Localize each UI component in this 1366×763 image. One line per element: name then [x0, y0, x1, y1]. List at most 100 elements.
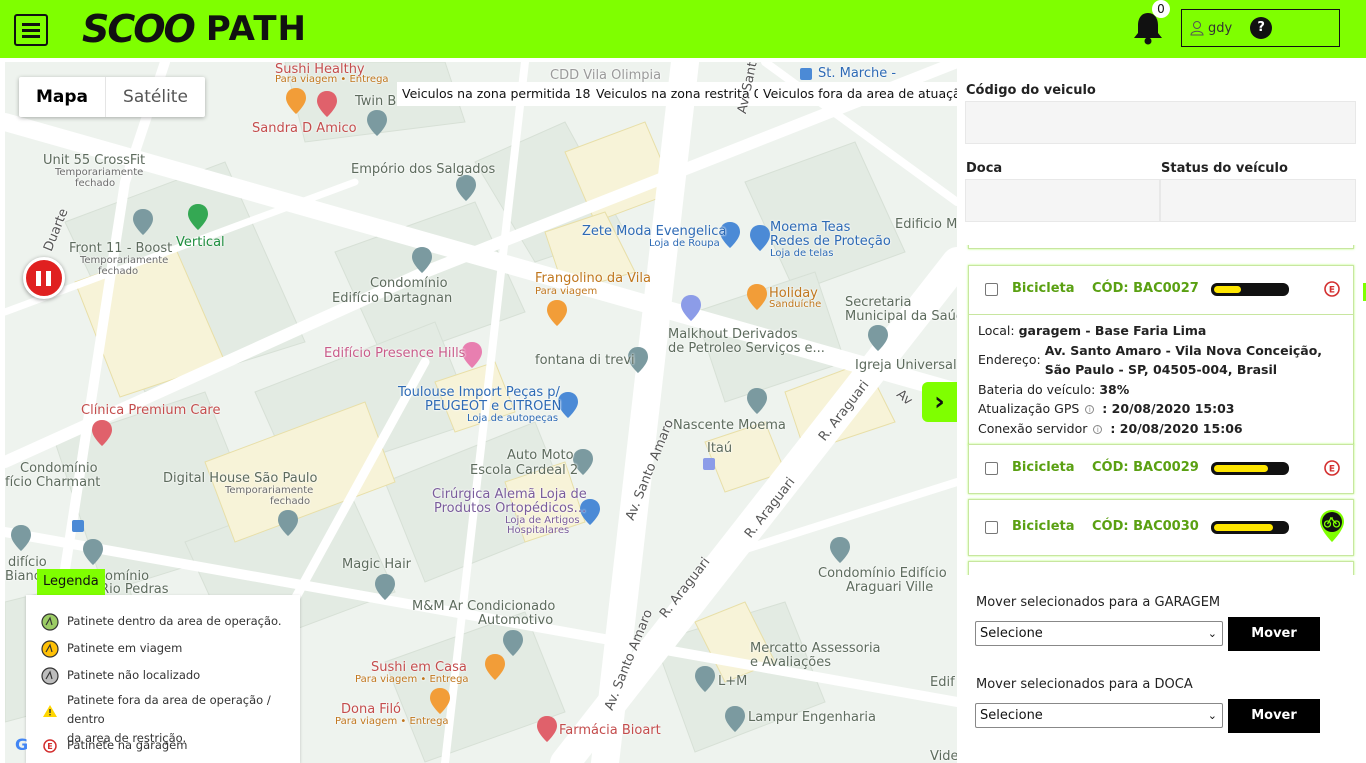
- place-label: Itaú: [707, 441, 733, 456]
- pause-icon: [46, 271, 51, 286]
- local-label: Local:: [978, 323, 1015, 338]
- info-icon[interactable]: i: [1085, 405, 1095, 414]
- address-label: Endereço:: [978, 351, 1041, 367]
- place-sublabel: fechado: [75, 178, 116, 189]
- doca-select-value: Selecione: [980, 708, 1043, 723]
- vehicle-checkbox[interactable]: [985, 521, 998, 534]
- hamburger-menu-button[interactable]: [14, 14, 48, 46]
- bike-in-area-icon: [1320, 510, 1344, 542]
- place-label: Condomínio: [370, 276, 448, 291]
- place-label: Automotivo: [478, 613, 554, 628]
- place-label: Edificio M: [895, 217, 957, 232]
- logo-scoo-text: SCOO: [82, 7, 196, 51]
- place-sublabel: Para viagem • Entrega: [355, 674, 469, 685]
- map-type-toggle: Mapa Satélite: [19, 77, 205, 117]
- vehicle-code: CÓD: BAC0030: [1092, 519, 1199, 534]
- vehicle-list[interactable]: Bicicleta CÓD: BAC0027 E Local: garagem …: [965, 245, 1366, 575]
- place-label: e Avaliações: [750, 655, 831, 670]
- legend-item-label: Patinete na garagem: [67, 738, 188, 752]
- place-label: Magic Hair: [342, 557, 412, 572]
- place-sublabel: Temporariamente: [55, 167, 144, 178]
- map-view[interactable]: Mapa Satélite Veiculos na zona permitida…: [5, 62, 957, 763]
- scooter-not-located-icon: [40, 666, 60, 686]
- garage-icon: E: [1324, 281, 1340, 297]
- place-label: Produtos Ortopédicos...: [434, 501, 587, 516]
- place-label: Escola Cardeal 2: [470, 463, 579, 478]
- pause-button[interactable]: [23, 257, 65, 299]
- vehicle-card-partial: [968, 561, 1354, 575]
- google-logo: G: [15, 735, 29, 754]
- vehicle-card[interactable]: Bicicleta CÓD: BAC0029 E: [968, 444, 1354, 494]
- vehicle-checkbox[interactable]: [985, 283, 998, 296]
- legend-item-label: Patinete em viagem: [67, 641, 183, 655]
- vehicle-status-input[interactable]: [1160, 179, 1356, 222]
- place-label: Municipal da Saúd: [845, 309, 957, 324]
- help-icon[interactable]: ?: [1250, 17, 1273, 39]
- battery-indicator: [1211, 283, 1289, 296]
- legend-item: Patinete dentro da area de operação.: [40, 612, 282, 632]
- place-label: de Petroleo Serviços e...: [668, 341, 825, 356]
- vehicle-checkbox[interactable]: [985, 462, 998, 475]
- svg-text:E: E: [47, 742, 52, 751]
- place-label: Mercatto Assessoria: [750, 641, 881, 656]
- info-icon[interactable]: i: [1093, 424, 1103, 434]
- vehicle-type: Bicicleta: [1012, 460, 1075, 475]
- garage-select[interactable]: Selecione ⌄: [975, 621, 1223, 646]
- place-label: Redes de Proteção: [770, 234, 891, 249]
- place-label: Moema Teas: [770, 220, 851, 235]
- satellite-tab[interactable]: Satélite: [105, 77, 205, 117]
- place-label: Lampur Engenharia: [748, 710, 876, 725]
- place-label: L+M: [718, 674, 748, 689]
- garage-icon: E: [1324, 460, 1340, 476]
- place-sublabel: fechado: [98, 266, 139, 277]
- outside-zone-counter: Veiculos fora da area de atuação 8: [758, 82, 957, 106]
- vehicle-card-partial: [968, 245, 1354, 249]
- svg-text:E: E: [1329, 286, 1335, 296]
- user-icon: [1190, 21, 1204, 36]
- battery-label: Bateria do veículo:: [978, 381, 1096, 397]
- battery-indicator: [1211, 521, 1289, 534]
- place-label: Malkhout Derivados: [668, 327, 798, 342]
- battery-fill: [1214, 524, 1273, 531]
- menu-bar: [22, 35, 40, 38]
- place-sublabel: Temporariamente: [80, 255, 169, 266]
- notification-count-badge: 0: [1152, 0, 1170, 18]
- move-garage-button[interactable]: Mover: [1228, 617, 1320, 651]
- vehicle-card[interactable]: Bicicleta CÓD: BAC0030: [968, 499, 1354, 556]
- user-menu[interactable]: gdy ?: [1181, 9, 1340, 47]
- place-sublabel: Hospitalares: [507, 525, 570, 536]
- place-sublabel: Loja de telas: [770, 248, 834, 259]
- place-label: Condomínio Edifício: [818, 566, 947, 581]
- legend-item-line: Patinete fora da area de operação / dent…: [67, 693, 271, 726]
- doca-input[interactable]: [965, 179, 1160, 222]
- menu-bar: [22, 29, 40, 32]
- place-label: Condomínio: [20, 461, 98, 476]
- place-label: Secretaria: [845, 295, 912, 310]
- place-sublabel: Para viagem • Entrega: [335, 716, 449, 727]
- place-label: Farmácia Bioart: [559, 723, 661, 738]
- expand-panel-chevron-icon[interactable]: ›: [922, 382, 957, 422]
- server-label: Conexão servidor: [978, 420, 1088, 436]
- legend-panel: Patinete dentro da area de operação. Pat…: [26, 595, 300, 763]
- place-label: Twin B: [355, 94, 397, 109]
- vehicle-code-input[interactable]: [965, 101, 1356, 144]
- place-label: Vertical: [176, 235, 225, 250]
- server-value: : 20/08/2020 15:06: [1110, 420, 1243, 436]
- place-label: Edifício Presence Hills: [324, 346, 466, 361]
- doca-select[interactable]: Selecione ⌄: [975, 703, 1223, 728]
- scoo-path-logo[interactable]: SCOO PATH: [82, 7, 307, 51]
- map-tab[interactable]: Mapa: [19, 77, 105, 117]
- place-label: fício Charmant: [5, 475, 101, 490]
- place-label: Bianc: [5, 569, 41, 584]
- place-label: Igreja Universal: [855, 358, 957, 373]
- vehicle-card[interactable]: Bicicleta CÓD: BAC0027 E Local: garagem …: [968, 265, 1354, 445]
- place-label: Edifício Dartagnan: [332, 291, 453, 306]
- place-label: Sandra D Amico: [252, 121, 357, 136]
- move-doca-button[interactable]: Mover: [1228, 699, 1320, 733]
- place-label: Zete Moda Evengelica: [582, 224, 727, 239]
- place-label: Vide: [930, 749, 957, 763]
- place-label: Unit 55 CrossFit: [43, 153, 146, 168]
- legend-item-label: Patinete não localizado: [67, 668, 201, 682]
- pause-icon: [36, 271, 41, 286]
- place-label: Auto Moto: [507, 448, 574, 463]
